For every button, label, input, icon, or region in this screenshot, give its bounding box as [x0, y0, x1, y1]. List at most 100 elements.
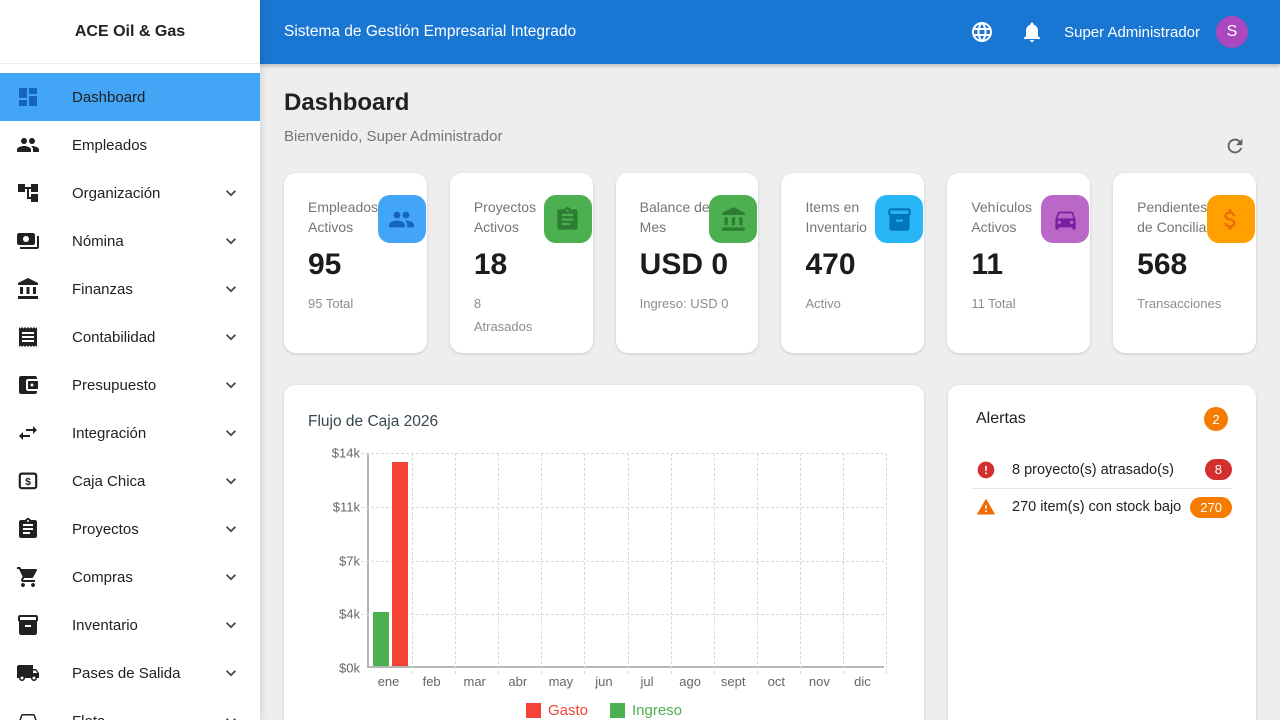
y-axis-tick: $0k — [308, 661, 360, 676]
app-title: Sistema de Gestión Empresarial Integrado — [284, 23, 970, 41]
chevron-down-icon — [221, 231, 241, 251]
bank-icon — [16, 277, 40, 301]
sidebar-item-inventario[interactable]: Inventario — [0, 601, 260, 649]
sidebar-item-compras[interactable]: Compras — [0, 553, 260, 601]
h-gridline — [361, 614, 884, 615]
v-gridline — [843, 453, 844, 674]
h-gridline — [361, 507, 884, 508]
alert-count-badge: 270 — [1190, 497, 1232, 518]
stat-subtext: Activo — [805, 292, 910, 315]
x-axis-label: jul — [626, 674, 669, 689]
car-icon — [16, 709, 40, 720]
bar-ingreso-ene — [373, 612, 389, 666]
v-gridline — [800, 453, 801, 674]
stat-subtext: 8 Atrasados — [474, 292, 579, 339]
brand: ACE Oil & Gas — [0, 0, 260, 64]
stat-card-vehiculos-activos: Vehículos Activos 11 11 Total — [947, 173, 1090, 353]
chevron-down-icon — [221, 423, 241, 443]
inventory-icon — [875, 195, 923, 243]
page-head: Dashboard Bienvenido, Super Administrado… — [284, 90, 1256, 145]
cart-icon — [16, 565, 40, 589]
notifications-button[interactable] — [1020, 20, 1044, 44]
sidebar-item-contabilidad[interactable]: Contabilidad — [0, 313, 260, 361]
y-axis-tick: $7k — [308, 553, 360, 568]
sidebar-item-flota[interactable]: Flota — [0, 697, 260, 720]
sidebar-item-integracion[interactable]: Integración — [0, 409, 260, 457]
avatar[interactable]: S — [1216, 16, 1248, 48]
refresh-button[interactable] — [1224, 134, 1248, 158]
dollar-icon — [1207, 195, 1255, 243]
page-title: Dashboard — [284, 90, 1256, 116]
stat-value: 568 — [1137, 248, 1242, 282]
stat-subtext: Transacciones — [1137, 292, 1242, 315]
stat-card-proyectos-activos: Proyectos Activos 18 8 Atrasados — [450, 173, 593, 353]
chevron-down-icon — [221, 471, 241, 491]
chart-plot-area: $0k$4k$7k$11k$14k — [367, 453, 884, 668]
alert-row[interactable]: 270 item(s) con stock bajo 270 — [972, 488, 1232, 525]
legend-item-ingreso[interactable]: Ingreso — [610, 702, 682, 719]
y-axis-tick: $14k — [308, 446, 360, 461]
alerts-header: Alertas 2 — [972, 407, 1232, 431]
stat-subtext: Ingreso: USD 0 — [640, 292, 745, 315]
stat-card-empleados-activos: Empleados Activos 95 95 Total — [284, 173, 427, 353]
car-icon — [1041, 195, 1089, 243]
sidebar-item-caja-chica[interactable]: $ Caja Chica — [0, 457, 260, 505]
sidebar-item-empleados[interactable]: Empleados — [0, 121, 260, 169]
x-axis-label: may — [539, 674, 582, 689]
v-gridline — [455, 453, 456, 674]
clipboard-icon — [16, 517, 40, 541]
stat-subtext: 11 Total — [971, 292, 1076, 315]
stats-row: Empleados Activos 95 95 Total Proyectos … — [284, 173, 1256, 353]
h-gridline — [361, 453, 884, 454]
legend-item-gasto[interactable]: Gasto — [526, 702, 588, 719]
stat-value: 95 — [308, 248, 413, 282]
v-gridline — [584, 453, 585, 674]
cash-box-icon: $ — [16, 469, 40, 493]
stat-card-balance-del-mes: Balance del Mes USD 0 Ingreso: USD 0 — [616, 173, 759, 353]
y-axis-tick: $11k — [308, 499, 360, 514]
stat-value: 11 — [971, 248, 1076, 282]
x-axis-label: dic — [841, 674, 884, 689]
stat-value: USD 0 — [640, 248, 745, 282]
sidebar-item-finanzas[interactable]: Finanzas — [0, 265, 260, 313]
sidebar-item-proyectos[interactable]: Proyectos — [0, 505, 260, 553]
panels-row: Flujo de Caja 2026 $0k$4k$7k$11k$14k ene… — [284, 385, 1256, 720]
v-gridline — [714, 453, 715, 674]
sidebar-item-presupuesto[interactable]: Presupuesto — [0, 361, 260, 409]
svg-text:$: $ — [25, 476, 31, 488]
x-axis-label: jun — [582, 674, 625, 689]
v-gridline — [757, 453, 758, 674]
v-gridline — [412, 453, 413, 674]
legend-swatch — [526, 703, 541, 718]
stat-subtext: 95 Total — [308, 292, 413, 315]
language-button[interactable] — [970, 20, 994, 44]
wallet-icon — [16, 373, 40, 397]
v-gridline — [541, 453, 542, 674]
stat-value: 470 — [805, 248, 910, 282]
bank-icon — [709, 195, 757, 243]
topbar: Sistema de Gestión Empresarial Integrado… — [260, 0, 1280, 64]
error-icon — [976, 460, 996, 480]
stat-value: 18 — [474, 248, 579, 282]
stat-card-items-en-inventario: Items en Inventario 470 Activo — [781, 173, 924, 353]
cash-flow-chart-card: Flujo de Caja 2026 $0k$4k$7k$11k$14k ene… — [284, 385, 924, 720]
inventory-icon — [16, 613, 40, 637]
v-gridline — [671, 453, 672, 674]
chevron-down-icon — [221, 711, 241, 720]
sidebar-item-organizacion[interactable]: Organización — [0, 169, 260, 217]
v-gridline — [886, 453, 887, 674]
bar-gasto-ene — [392, 462, 408, 666]
v-gridline — [628, 453, 629, 674]
sidebar-item-dashboard[interactable]: Dashboard — [0, 73, 260, 121]
chevron-down-icon — [221, 567, 241, 587]
v-gridline — [498, 453, 499, 674]
user-name[interactable]: Super Administrador — [1064, 24, 1200, 41]
main-column: Sistema de Gestión Empresarial Integrado… — [260, 0, 1280, 720]
sidebar-item-pases-de-salida[interactable]: Pases de Salida — [0, 649, 260, 697]
x-axis-label: sept — [712, 674, 755, 689]
alert-row[interactable]: 8 proyecto(s) atrasado(s) 8 — [972, 451, 1232, 488]
chart-x-axis: enefebmarabrmayjunjulagoseptoctnovdic — [367, 674, 884, 692]
x-axis-label: ago — [669, 674, 712, 689]
sidebar-item-nomina[interactable]: Nómina — [0, 217, 260, 265]
org-tree-icon — [16, 181, 40, 205]
